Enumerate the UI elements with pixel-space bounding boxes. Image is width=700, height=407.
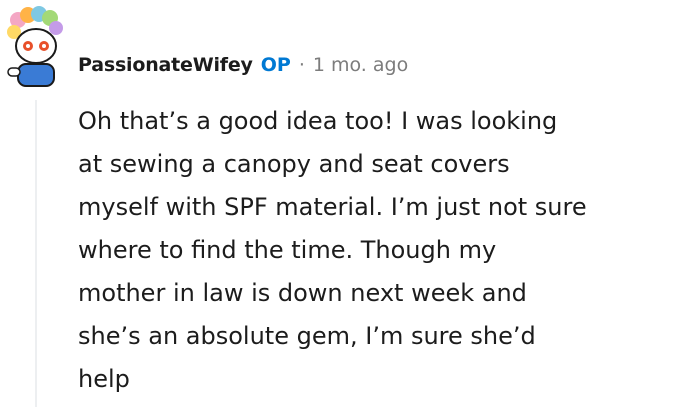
comment-body-line: Oh that’s a good idea too! I was looking (78, 107, 558, 135)
snoo-avatar-icon (7, 6, 63, 87)
op-badge: OP (260, 54, 291, 76)
thread-collapse-line[interactable] (35, 100, 37, 407)
meta-separator: · (298, 54, 305, 76)
author-username[interactable]: PassionateWifey (78, 54, 253, 76)
comment-body: Oh that’s a good idea too! I was looking… (78, 100, 688, 401)
comment-header: PassionateWifey OP · 1 mo. ago (78, 50, 408, 80)
comment: PassionateWifey OP · 1 mo. ago Oh that’s… (0, 0, 700, 407)
comment-body-line: at sewing a canopy and seat covers (78, 150, 510, 178)
comment-body-line: help (78, 365, 130, 393)
comment-body-line: she’s an absolute gem, I’m sure she’d (78, 322, 536, 350)
comment-timestamp[interactable]: 1 mo. ago (313, 54, 408, 76)
comment-body-line: myself with SPF material. I’m just not s… (78, 193, 587, 221)
comment-body-line: where to find the time. Though my (78, 236, 497, 264)
user-avatar[interactable] (4, 6, 68, 92)
comment-body-line: mother in law is down next week and (78, 279, 527, 307)
